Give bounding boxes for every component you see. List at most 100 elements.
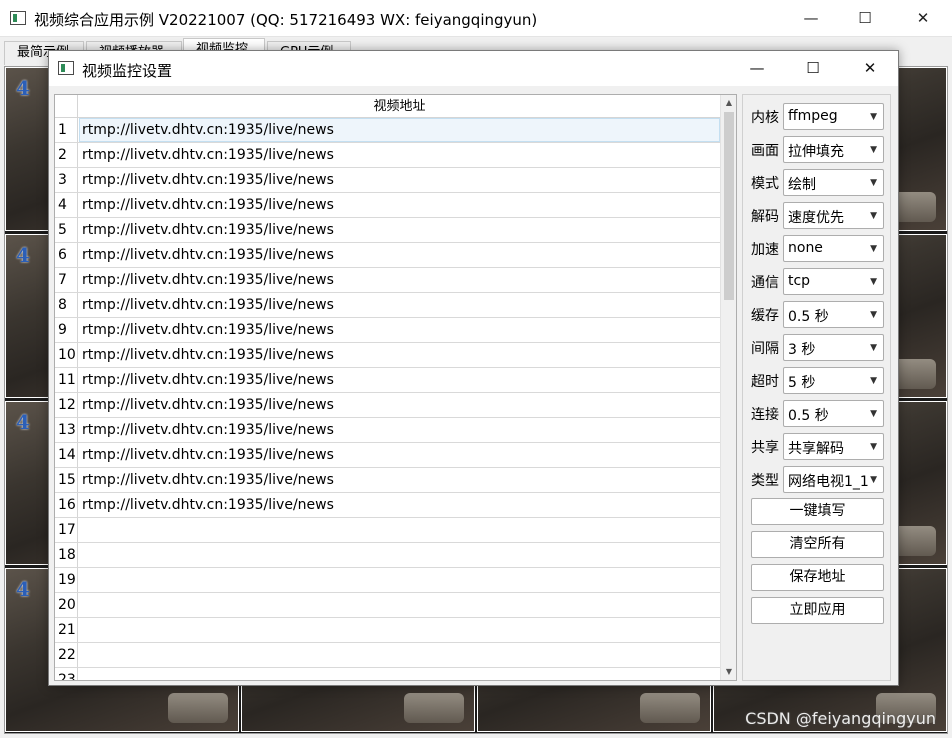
row-number[interactable]: 8 (55, 293, 78, 317)
table-row[interactable]: 3 rtmp://livetv.dhtv.cn:1935/live/news (55, 168, 720, 193)
row-number[interactable]: 4 (55, 193, 78, 217)
scroll-down-arrow-icon[interactable]: ▼ (721, 664, 736, 680)
row-number[interactable]: 20 (55, 593, 78, 617)
row-number[interactable]: 11 (55, 368, 78, 392)
url-cell[interactable]: rtmp://livetv.dhtv.cn:1935/live/news (79, 193, 720, 217)
url-cell[interactable] (79, 643, 720, 667)
table-row[interactable]: 12 rtmp://livetv.dhtv.cn:1935/live/news (55, 393, 720, 418)
setting-combobox[interactable]: ffmpeg ▼ (783, 103, 884, 130)
scroll-up-arrow-icon[interactable]: ▲ (721, 95, 736, 111)
table-row[interactable]: 4 rtmp://livetv.dhtv.cn:1935/live/news (55, 193, 720, 218)
table-corner[interactable] (55, 95, 78, 118)
save-addresses-button[interactable]: 保存地址 (751, 564, 884, 591)
row-number[interactable]: 17 (55, 518, 78, 542)
table-row[interactable]: 11 rtmp://livetv.dhtv.cn:1935/live/news (55, 368, 720, 393)
table-row[interactable]: 23 (55, 668, 720, 680)
table-row[interactable]: 14 rtmp://livetv.dhtv.cn:1935/live/news (55, 443, 720, 468)
setting-combobox[interactable]: 3 秒 ▼ (783, 334, 884, 361)
url-cell[interactable]: rtmp://livetv.dhtv.cn:1935/live/news (79, 368, 720, 392)
row-number[interactable]: 12 (55, 393, 78, 417)
table-row[interactable]: 5 rtmp://livetv.dhtv.cn:1935/live/news (55, 218, 720, 243)
dialog-minimize-button[interactable]: — (728, 51, 786, 86)
table-row[interactable]: 8 rtmp://livetv.dhtv.cn:1935/live/news (55, 293, 720, 318)
setting-combobox[interactable]: 拉伸填充 ▼ (783, 136, 884, 163)
url-cell[interactable]: rtmp://livetv.dhtv.cn:1935/live/news (79, 493, 720, 517)
table-row[interactable]: 22 (55, 643, 720, 668)
setting-row: 解码 速度优先 ▼ (743, 202, 892, 229)
url-cell[interactable] (79, 568, 720, 592)
column-header-video-url[interactable]: 视频地址 (79, 95, 720, 118)
row-number[interactable]: 16 (55, 493, 78, 517)
url-cell[interactable]: rtmp://livetv.dhtv.cn:1935/live/news (79, 268, 720, 292)
setting-label: 加速 (751, 242, 779, 258)
dialog-maximize-button[interactable]: ☐ (784, 51, 842, 86)
row-number[interactable]: 10 (55, 343, 78, 367)
table-row[interactable]: 1 rtmp://livetv.dhtv.cn:1935/live/news (55, 118, 720, 143)
main-close-button[interactable]: ✕ (894, 0, 952, 37)
table-row[interactable]: 16 rtmp://livetv.dhtv.cn:1935/live/news (55, 493, 720, 518)
clear-all-button[interactable]: 清空所有 (751, 531, 884, 558)
row-number[interactable]: 13 (55, 418, 78, 442)
row-number[interactable]: 22 (55, 643, 78, 667)
row-number[interactable]: 2 (55, 143, 78, 167)
table-row[interactable]: 20 (55, 593, 720, 618)
setting-combobox[interactable]: 绘制 ▼ (783, 169, 884, 196)
table-row[interactable]: 21 (55, 618, 720, 643)
table-row[interactable]: 15 rtmp://livetv.dhtv.cn:1935/live/news (55, 468, 720, 493)
setting-combobox[interactable]: 0.5 秒 ▼ (783, 301, 884, 328)
row-number[interactable]: 3 (55, 168, 78, 192)
table-row[interactable]: 13 rtmp://livetv.dhtv.cn:1935/live/news (55, 418, 720, 443)
row-number[interactable]: 19 (55, 568, 78, 592)
row-number[interactable]: 7 (55, 268, 78, 292)
table-row[interactable]: 2 rtmp://livetv.dhtv.cn:1935/live/news (55, 143, 720, 168)
url-cell[interactable] (79, 543, 720, 567)
url-cell[interactable]: rtmp://livetv.dhtv.cn:1935/live/news (79, 218, 720, 242)
url-cell[interactable]: rtmp://livetv.dhtv.cn:1935/live/news (79, 243, 720, 267)
setting-combobox[interactable]: 共享解码 ▼ (783, 433, 884, 460)
row-number[interactable]: 18 (55, 543, 78, 567)
url-cell[interactable]: rtmp://livetv.dhtv.cn:1935/live/news (79, 143, 720, 167)
url-cell[interactable]: rtmp://livetv.dhtv.cn:1935/live/news (79, 343, 720, 367)
url-cell[interactable] (79, 618, 720, 642)
url-cell[interactable] (79, 518, 720, 542)
setting-combobox[interactable]: none ▼ (783, 235, 884, 262)
url-cell[interactable]: rtmp://livetv.dhtv.cn:1935/live/news (79, 468, 720, 492)
url-cell[interactable]: rtmp://livetv.dhtv.cn:1935/live/news (79, 293, 720, 317)
row-number[interactable]: 5 (55, 218, 78, 242)
table-row[interactable]: 7 rtmp://livetv.dhtv.cn:1935/live/news (55, 268, 720, 293)
table-row[interactable]: 6 rtmp://livetv.dhtv.cn:1935/live/news (55, 243, 720, 268)
row-number[interactable]: 1 (55, 118, 78, 142)
row-number[interactable]: 21 (55, 618, 78, 642)
url-cell[interactable]: rtmp://livetv.dhtv.cn:1935/live/news (79, 418, 720, 442)
table-row[interactable]: 17 (55, 518, 720, 543)
url-cell[interactable]: rtmp://livetv.dhtv.cn:1935/live/news (79, 118, 720, 142)
url-cell[interactable]: rtmp://livetv.dhtv.cn:1935/live/news (79, 443, 720, 467)
url-cell[interactable]: rtmp://livetv.dhtv.cn:1935/live/news (79, 393, 720, 417)
row-number[interactable]: 15 (55, 468, 78, 492)
row-number[interactable]: 6 (55, 243, 78, 267)
table-row[interactable]: 18 (55, 543, 720, 568)
setting-combobox[interactable]: 网络电视1_1 ▼ (783, 466, 884, 493)
dialog-close-button[interactable]: ✕ (841, 51, 899, 86)
url-cell[interactable] (79, 593, 720, 617)
scroll-thumb[interactable] (724, 112, 734, 300)
row-number[interactable]: 23 (55, 668, 78, 680)
row-number[interactable]: 9 (55, 318, 78, 342)
setting-combobox[interactable]: tcp ▼ (783, 268, 884, 295)
apply-now-button[interactable]: 立即应用 (751, 597, 884, 624)
setting-combobox[interactable]: 速度优先 ▼ (783, 202, 884, 229)
row-number[interactable]: 14 (55, 443, 78, 467)
main-maximize-button[interactable]: ☐ (836, 0, 894, 37)
fill-all-button[interactable]: 一键填写 (751, 498, 884, 525)
video-url-table[interactable]: 视频地址 1 rtmp://livetv.dhtv.cn:1935/live/ne… (54, 94, 737, 681)
main-minimize-button[interactable]: — (782, 0, 840, 37)
setting-combobox[interactable]: 0.5 秒 ▼ (783, 400, 884, 427)
url-cell[interactable] (79, 668, 720, 680)
url-cell[interactable]: rtmp://livetv.dhtv.cn:1935/live/news (79, 318, 720, 342)
table-row[interactable]: 9 rtmp://livetv.dhtv.cn:1935/live/news (55, 318, 720, 343)
table-scrollbar[interactable]: ▲ ▼ (720, 95, 736, 680)
setting-combobox[interactable]: 5 秒 ▼ (783, 367, 884, 394)
url-cell[interactable]: rtmp://livetv.dhtv.cn:1935/live/news (79, 168, 720, 192)
table-row[interactable]: 19 (55, 568, 720, 593)
table-row[interactable]: 10 rtmp://livetv.dhtv.cn:1935/live/news (55, 343, 720, 368)
